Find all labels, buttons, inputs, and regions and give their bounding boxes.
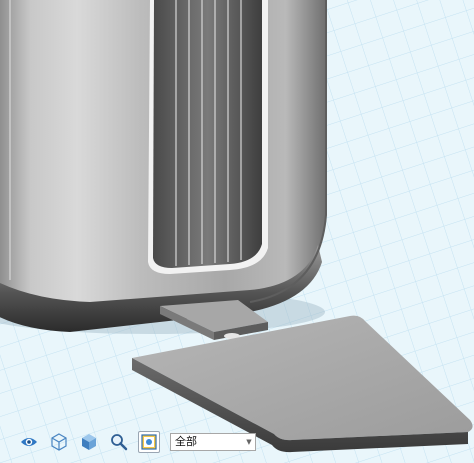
3d-viewport[interactable] <box>0 0 474 463</box>
vent-slot[interactable] <box>148 0 268 274</box>
chevron-down-icon: ▼ <box>246 438 252 446</box>
view-select-dropdown[interactable]: 全部 ▼ <box>170 433 256 451</box>
magnifier-icon <box>111 434 128 451</box>
viewer-toolbar: 全部 ▼ <box>18 430 256 454</box>
view-select-value: 全部 <box>175 435 197 448</box>
shaded-cube-button[interactable] <box>78 431 100 453</box>
visibility-button[interactable] <box>18 431 40 453</box>
solid-cube-icon <box>82 434 96 450</box>
eye-icon <box>21 438 37 446</box>
view-cube-button[interactable] <box>48 431 70 453</box>
render-mode-button[interactable] <box>138 431 160 453</box>
wireframe-cube-icon <box>51 433 67 451</box>
3d-scene[interactable] <box>0 0 474 463</box>
zoom-button[interactable] <box>108 431 130 453</box>
picture-icon <box>141 434 157 450</box>
